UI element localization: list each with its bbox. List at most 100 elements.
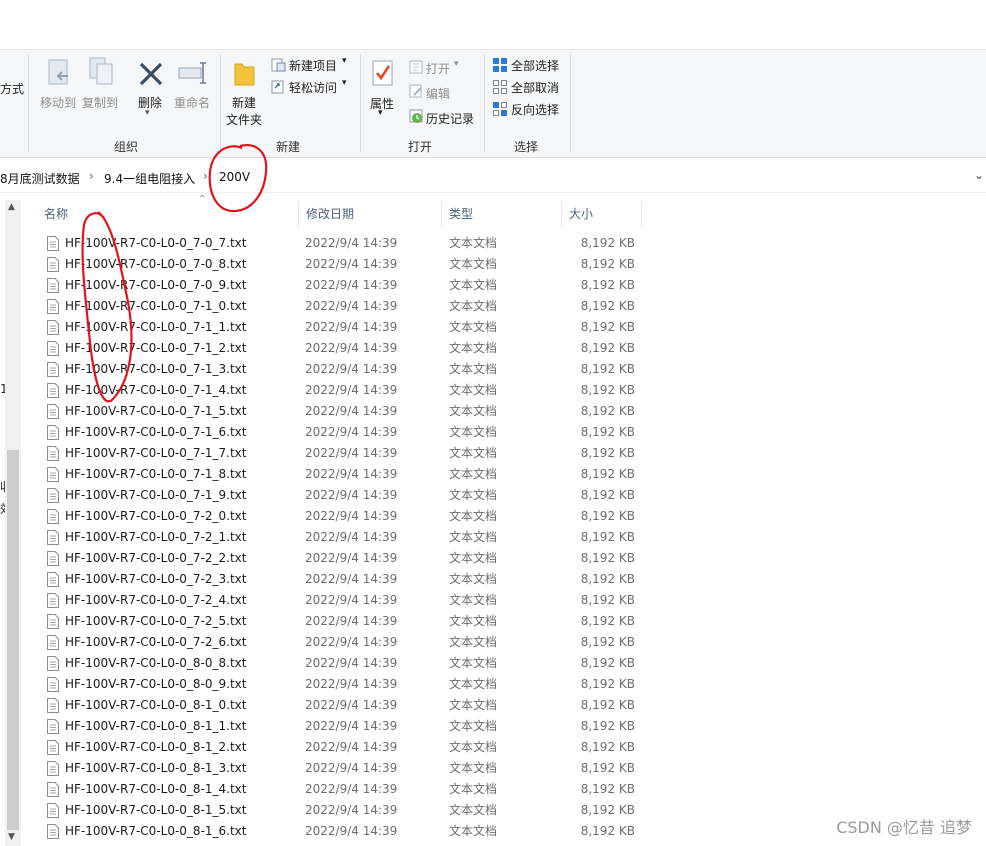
- file-row[interactable]: HF-100V-R7-C0-L0-0_8-1_2.txt 2022/9/4 14:…: [36, 737, 646, 758]
- scroll-up-icon[interactable]: ▲: [8, 202, 15, 212]
- breadcrumb-item-current[interactable]: 200V: [219, 170, 250, 184]
- file-name: HF-100V-R7-C0-L0-0_7-1_4.txt: [65, 383, 247, 397]
- breadcrumb-item[interactable]: 8月底测试数据: [0, 170, 80, 187]
- select-all-button[interactable]: 全部选择: [511, 57, 559, 74]
- column-name[interactable]: 名称: [36, 200, 298, 228]
- file-row[interactable]: HF-100V-R7-C0-L0-0_7-1_3.txt 2022/9/4 14:…: [36, 359, 646, 380]
- file-row[interactable]: HF-100V-R7-C0-L0-0_8-1_4.txt 2022/9/4 14:…: [36, 779, 646, 800]
- file-row[interactable]: HF-100V-R7-C0-L0-0_7-2_2.txt 2022/9/4 14:…: [36, 548, 646, 569]
- file-type: 文本文档: [449, 677, 498, 691]
- column-date[interactable]: 修改日期: [298, 200, 441, 228]
- file-row[interactable]: HF-100V-R7-C0-L0-0_8-0_8.txt 2022/9/4 14:…: [36, 653, 646, 674]
- file-row[interactable]: HF-100V-R7-C0-L0-0_7-1_5.txt 2022/9/4 14:…: [36, 401, 646, 422]
- text-file-icon: [46, 677, 60, 692]
- copy-to-button[interactable]: 复制到: [82, 94, 118, 111]
- column-type[interactable]: 类型: [441, 200, 561, 228]
- file-row[interactable]: HF-100V-R7-C0-L0-0_7-2_1.txt 2022/9/4 14:…: [36, 527, 646, 548]
- easy-access-button[interactable]: 轻松访问: [289, 79, 337, 96]
- open-button[interactable]: 打开: [426, 60, 450, 77]
- file-name: HF-100V-R7-C0-L0-0_7-1_0.txt: [65, 299, 247, 313]
- properties-dropdown-icon[interactable]: ▾: [378, 108, 383, 118]
- file-row[interactable]: HF-100V-R7-C0-L0-0_7-1_8.txt 2022/9/4 14:…: [36, 464, 646, 485]
- file-row[interactable]: HF-100V-R7-C0-L0-0_8-1_3.txt 2022/9/4 14:…: [36, 758, 646, 779]
- watermark: CSDN @忆昔 追梦: [836, 818, 972, 837]
- file-row[interactable]: HF-100V-R7-C0-L0-0_7-1_7.txt 2022/9/4 14:…: [36, 443, 646, 464]
- file-row[interactable]: HF-100V-R7-C0-L0-0_7-1_0.txt 2022/9/4 14:…: [36, 296, 646, 317]
- address-bar[interactable]: 8月底测试数据 › 9.4一组电阻接入 › 200V ⌄: [0, 162, 986, 193]
- chevron-down-icon[interactable]: ⌄: [974, 168, 984, 182]
- text-file-icon: [46, 572, 60, 587]
- text-file-icon: [46, 404, 60, 419]
- file-row[interactable]: HF-100V-R7-C0-L0-0_7-2_3.txt 2022/9/4 14:…: [36, 569, 646, 590]
- file-row[interactable]: HF-100V-R7-C0-L0-0_7-0_9.txt 2022/9/4 14:…: [36, 275, 646, 296]
- file-date: 2022/9/4 14:39: [305, 698, 398, 712]
- file-row[interactable]: HF-100V-R7-C0-L0-0_7-1_1.txt 2022/9/4 14:…: [36, 317, 646, 338]
- easy-access-dropdown-icon[interactable]: ▾: [342, 78, 347, 88]
- chevron-right-icon[interactable]: ›: [89, 169, 94, 183]
- column-divider[interactable]: [641, 202, 642, 228]
- file-row[interactable]: HF-100V-R7-C0-L0-0_8-1_6.txt 2022/9/4 14:…: [36, 821, 646, 842]
- move-to-button[interactable]: 移动到: [40, 94, 76, 111]
- file-date: 2022/9/4 14:39: [305, 236, 398, 250]
- new-folder-label-1[interactable]: 新建: [232, 94, 256, 111]
- file-size: 8,192 KB: [580, 614, 635, 628]
- rename-icon: [177, 60, 209, 86]
- file-row[interactable]: HF-100V-R7-C0-L0-0_7-2_0.txt 2022/9/4 14:…: [36, 506, 646, 527]
- text-file-icon: [46, 425, 60, 440]
- file-size: 8,192 KB: [580, 551, 635, 565]
- delete-dropdown-icon[interactable]: ▾: [145, 108, 150, 118]
- file-date: 2022/9/4 14:39: [305, 614, 398, 628]
- delete-button[interactable]: 删除: [138, 94, 162, 111]
- history-button[interactable]: 历史记录: [426, 110, 474, 127]
- select-none-button[interactable]: 全部取消: [511, 79, 559, 96]
- file-row[interactable]: HF-100V-R7-C0-L0-0_7-1_9.txt 2022/9/4 14:…: [36, 485, 646, 506]
- history-icon: [408, 108, 424, 124]
- file-row[interactable]: HF-100V-R7-C0-L0-0_7-2_6.txt 2022/9/4 14:…: [36, 632, 646, 653]
- file-name: HF-100V-R7-C0-L0-0_7-2_5.txt: [65, 614, 247, 628]
- column-size[interactable]: 大小: [561, 200, 639, 228]
- breadcrumb-item[interactable]: 9.4一组电阻接入: [104, 170, 195, 187]
- scroll-down-icon[interactable]: ▼: [8, 832, 15, 842]
- file-type: 文本文档: [449, 740, 498, 754]
- file-row[interactable]: HF-100V-R7-C0-L0-0_7-2_4.txt 2022/9/4 14:…: [36, 590, 646, 611]
- file-row[interactable]: HF-100V-R7-C0-L0-0_7-1_6.txt 2022/9/4 14:…: [36, 422, 646, 443]
- chevron-right-icon[interactable]: ›: [203, 169, 208, 183]
- file-row[interactable]: HF-100V-R7-C0-L0-0_8-1_1.txt 2022/9/4 14:…: [36, 716, 646, 737]
- easy-access-icon: [270, 79, 286, 95]
- file-row[interactable]: HF-100V-R7-C0-L0-0_7-0_7.txt 2022/9/4 14:…: [36, 233, 646, 254]
- title-bar-area: [0, 0, 986, 49]
- file-row[interactable]: HF-100V-R7-C0-L0-0_7-2_5.txt 2022/9/4 14:…: [36, 611, 646, 632]
- new-item-button[interactable]: 新建项目: [289, 57, 337, 74]
- file-row[interactable]: HF-100V-R7-C0-L0-0_7-0_8.txt 2022/9/4 14:…: [36, 254, 646, 275]
- file-type: 文本文档: [449, 761, 498, 775]
- open-dropdown-icon[interactable]: ▾: [454, 59, 459, 69]
- file-name: HF-100V-R7-C0-L0-0_8-1_4.txt: [65, 782, 247, 796]
- file-row[interactable]: HF-100V-R7-C0-L0-0_8-1_0.txt 2022/9/4 14:…: [36, 695, 646, 716]
- new-folder-label-2[interactable]: 文件夹: [226, 111, 262, 128]
- file-date: 2022/9/4 14:39: [305, 782, 398, 796]
- file-type: 文本文档: [449, 614, 498, 628]
- file-date: 2022/9/4 14:39: [305, 509, 398, 523]
- text-file-icon: [46, 656, 60, 671]
- file-name: HF-100V-R7-C0-L0-0_7-1_9.txt: [65, 488, 247, 502]
- file-name: HF-100V-R7-C0-L0-0_7-1_1.txt: [65, 320, 247, 334]
- file-name: HF-100V-R7-C0-L0-0_8-1_5.txt: [65, 803, 247, 817]
- text-file-icon: [46, 593, 60, 608]
- file-list: HF-100V-R7-C0-L0-0_7-0_7.txt 2022/9/4 14:…: [36, 233, 646, 842]
- nav-scrollbar[interactable]: ▲ ▼: [5, 200, 21, 846]
- rename-button[interactable]: 重命名: [174, 94, 210, 111]
- file-row[interactable]: HF-100V-R7-C0-L0-0_7-1_4.txt 2022/9/4 14:…: [36, 380, 646, 401]
- edit-button[interactable]: 编辑: [426, 85, 450, 102]
- file-name: HF-100V-R7-C0-L0-0_8-1_2.txt: [65, 740, 247, 754]
- invert-selection-button[interactable]: 反向选择: [511, 101, 559, 118]
- scrollbar-thumb[interactable]: [7, 450, 19, 830]
- file-row[interactable]: HF-100V-R7-C0-L0-0_8-1_5.txt 2022/9/4 14:…: [36, 800, 646, 821]
- cut-label[interactable]: 方式: [0, 80, 24, 97]
- text-file-icon: [46, 509, 60, 524]
- text-file-icon: [46, 320, 60, 335]
- file-row[interactable]: HF-100V-R7-C0-L0-0_8-0_9.txt 2022/9/4 14:…: [36, 674, 646, 695]
- file-row[interactable]: HF-100V-R7-C0-L0-0_7-1_2.txt 2022/9/4 14:…: [36, 338, 646, 359]
- new-item-dropdown-icon[interactable]: ▾: [342, 56, 347, 66]
- file-type: 文本文档: [449, 320, 498, 334]
- text-file-icon: [46, 614, 60, 629]
